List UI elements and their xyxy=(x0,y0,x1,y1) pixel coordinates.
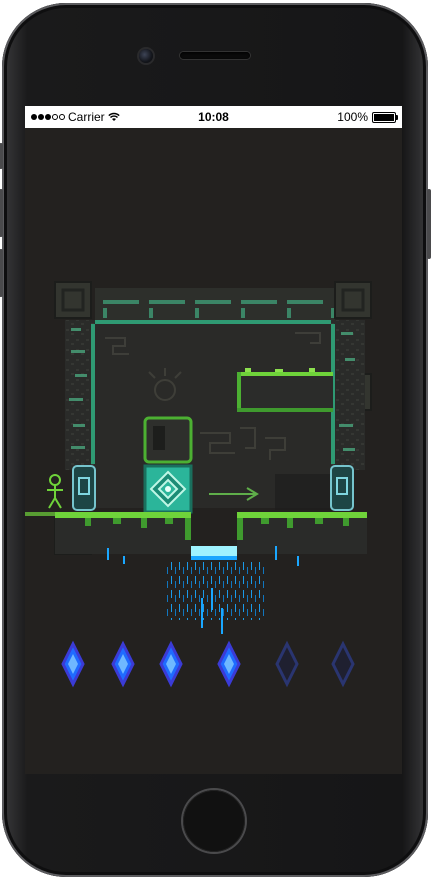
ground-left xyxy=(25,512,191,554)
right-portal[interactable] xyxy=(330,465,354,511)
player-character[interactable] xyxy=(47,474,63,509)
gem-collected-icon xyxy=(111,640,135,688)
game-canvas[interactable] xyxy=(25,128,402,774)
gem-collected-icon xyxy=(61,640,85,688)
ceiling-wall xyxy=(95,288,335,324)
stone-block xyxy=(143,416,193,464)
water-pit xyxy=(107,546,299,634)
ground-right xyxy=(237,512,367,554)
volume-down-button xyxy=(0,249,3,297)
gem-empty-icon xyxy=(275,640,299,688)
gem-row xyxy=(61,640,355,688)
gem-collected-icon xyxy=(159,640,183,688)
status-right: 100% xyxy=(337,110,398,124)
battery-percent: 100% xyxy=(337,110,368,124)
status-bar: Carrier 10:08 100% xyxy=(25,106,402,128)
upper-right-ledge xyxy=(237,368,333,412)
left-wall xyxy=(65,320,95,470)
power-button xyxy=(427,189,431,259)
earpiece-speaker xyxy=(180,52,250,59)
right-wall xyxy=(331,320,365,470)
volume-up-button xyxy=(0,189,3,237)
home-button[interactable] xyxy=(183,790,245,852)
battery-icon xyxy=(372,111,398,123)
mute-switch xyxy=(0,143,3,169)
pushable-crate[interactable] xyxy=(143,464,193,514)
front-camera xyxy=(139,49,153,63)
left-portal[interactable] xyxy=(72,465,96,511)
screen: Carrier 10:08 100% xyxy=(25,106,402,774)
gem-collected-icon xyxy=(217,640,241,688)
gem-empty-icon xyxy=(331,640,355,688)
shadow-area xyxy=(275,474,331,510)
